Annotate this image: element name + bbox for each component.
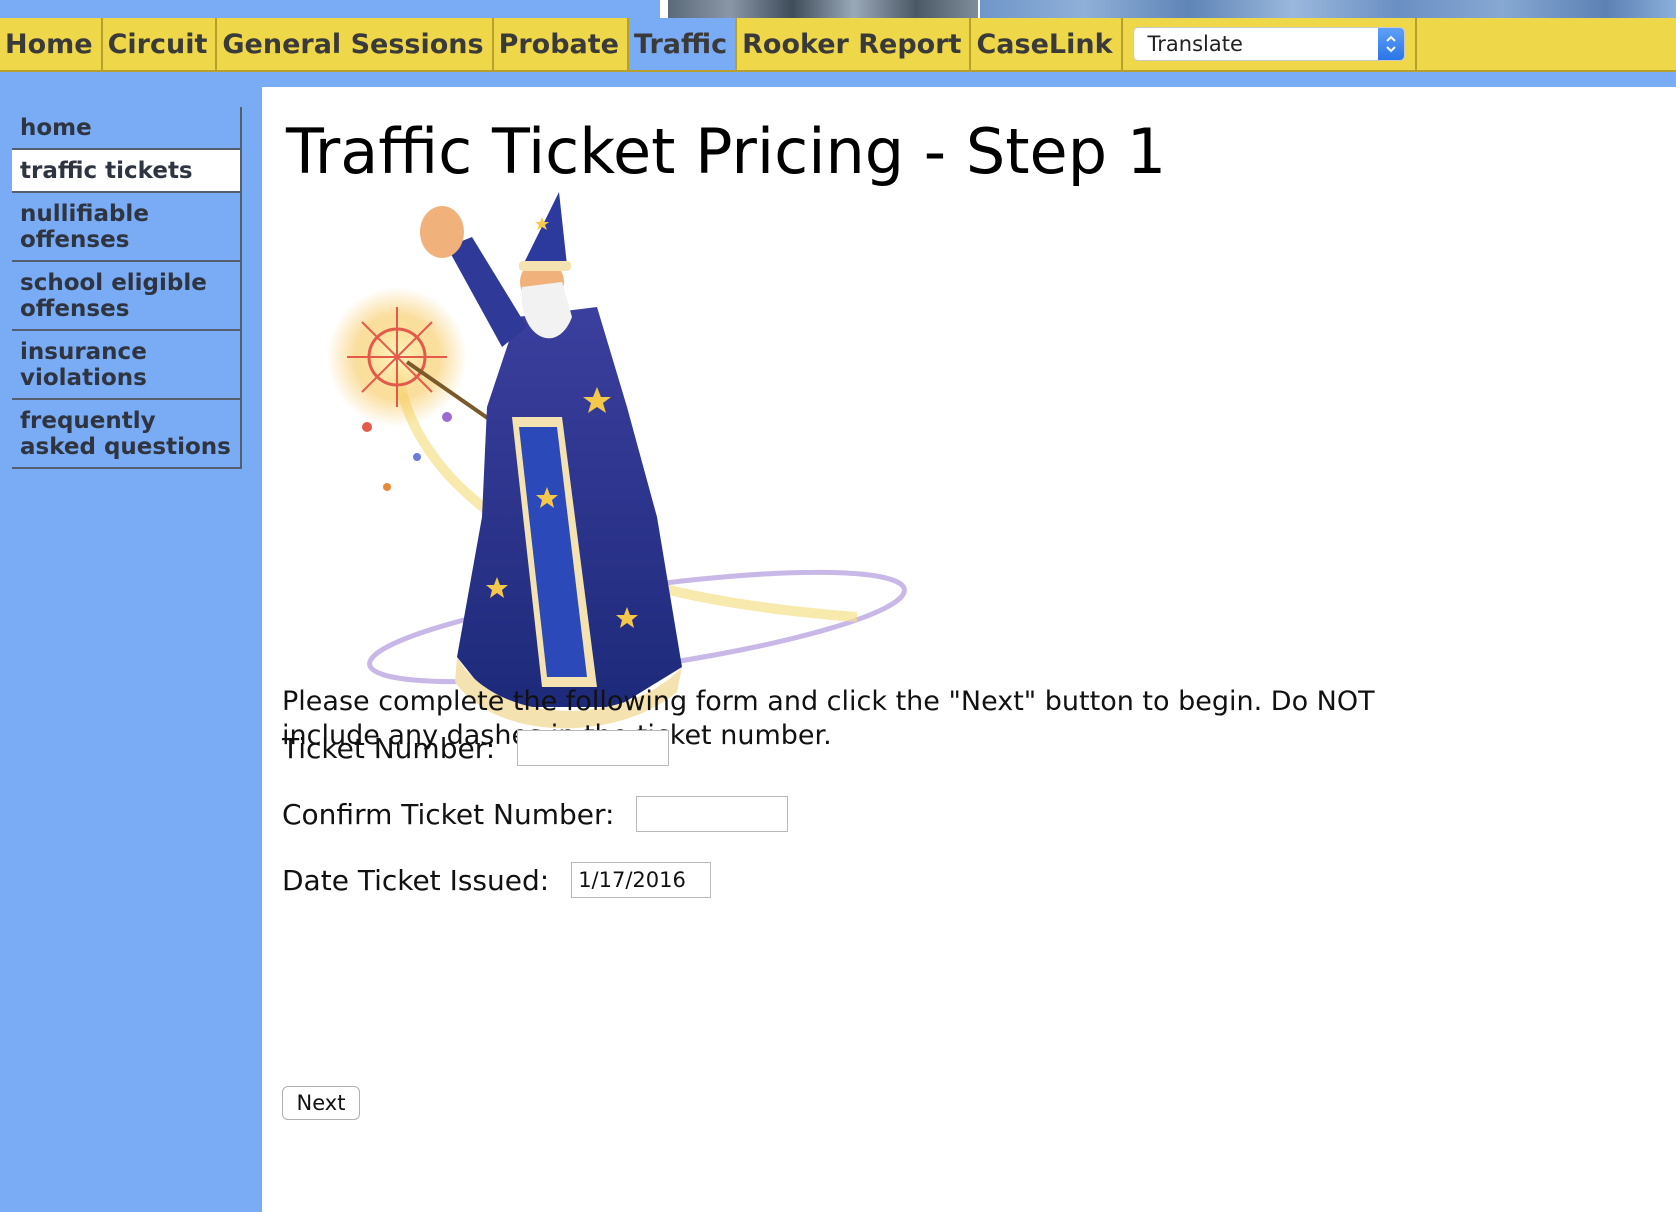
ticket-number-row: Ticket Number: [282, 730, 670, 766]
translate-select-label: Translate [1147, 32, 1243, 56]
wizard-illustration [327, 192, 907, 729]
main-content: Traffic Ticket Pricing - Step 1 Please c… [262, 87, 1676, 1212]
nav-rooker-report[interactable]: Rooker Report [737, 18, 972, 70]
header-banner [0, 0, 1676, 18]
select-arrows-icon [1377, 28, 1404, 60]
nav-traffic[interactable]: Traffic [629, 18, 738, 70]
nav-home[interactable]: Home [0, 18, 103, 70]
top-nav: Home Circuit General Sessions Probate Tr… [0, 18, 1676, 72]
sidebar-item-home[interactable]: home [12, 107, 242, 150]
sidebar-item-traffic-tickets[interactable]: traffic tickets [12, 150, 242, 193]
nav-general-sessions[interactable]: General Sessions [217, 18, 494, 70]
ticket-number-label: Ticket Number: [282, 731, 496, 765]
confirm-ticket-number-input[interactable] [636, 796, 789, 832]
nav-probate[interactable]: Probate [494, 18, 629, 70]
banner-skyline-photo [980, 0, 1676, 18]
translate-container: Translate [1123, 18, 1417, 70]
sidebar-item-insurance-violations[interactable]: insurance violations [12, 331, 242, 400]
sidebar: home traffic tickets nullifiable offense… [12, 107, 242, 469]
sidebar-item-nullifiable-offenses[interactable]: nullifiable offenses [12, 193, 242, 262]
ticket-number-input[interactable] [517, 730, 670, 766]
confirm-ticket-number-label: Confirm Ticket Number: [282, 797, 615, 831]
date-issued-input[interactable] [571, 862, 712, 898]
sidebar-item-school-eligible-offenses[interactable]: school eligible offenses [12, 262, 242, 331]
page-title: Traffic Ticket Pricing - Step 1 [286, 115, 1167, 188]
date-issued-label: Date Ticket Issued: [282, 863, 550, 897]
banner-photo [660, 0, 986, 18]
next-button[interactable]: Next [282, 1086, 360, 1120]
nav-caselink[interactable]: CaseLink [971, 18, 1123, 70]
translate-select[interactable]: Translate [1132, 27, 1405, 61]
date-issued-row: Date Ticket Issued: [282, 862, 712, 898]
nav-circuit[interactable]: Circuit [103, 18, 218, 70]
confirm-ticket-number-row: Confirm Ticket Number: [282, 796, 789, 832]
sidebar-item-faq[interactable]: frequently asked questions [12, 400, 242, 469]
